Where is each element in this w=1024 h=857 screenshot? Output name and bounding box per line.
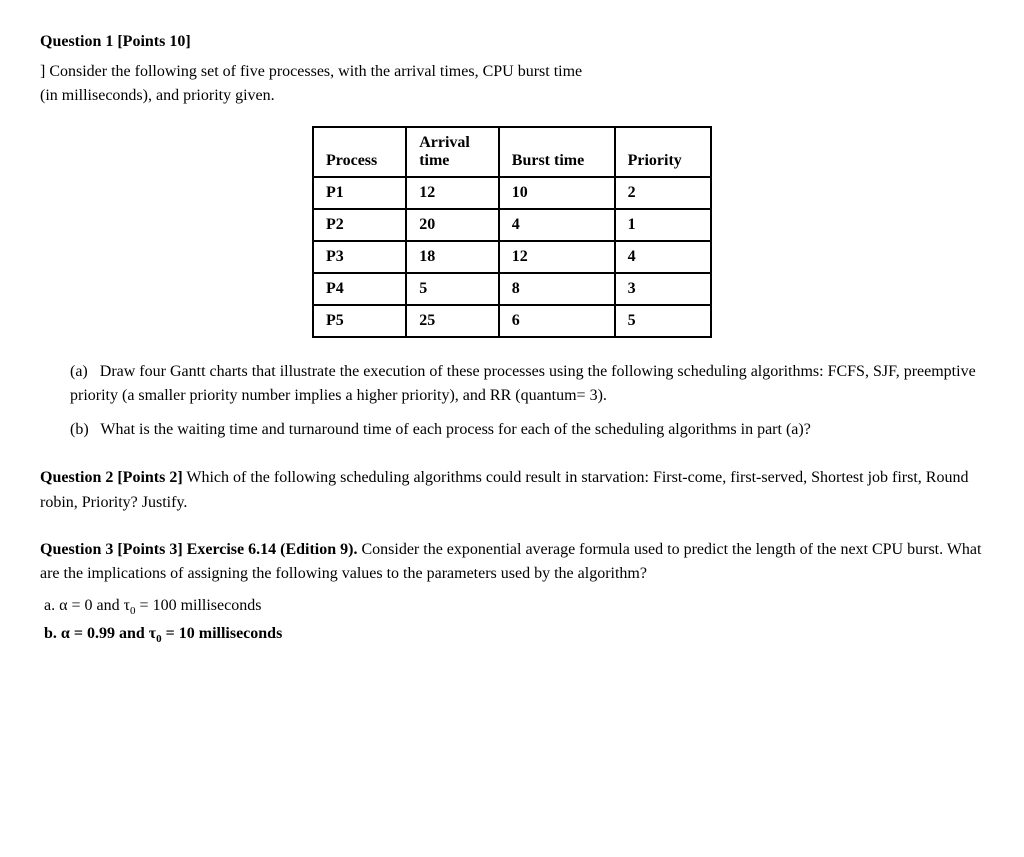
q1-desc-line2: (in milliseconds), and priority given. (40, 87, 275, 104)
table-cell-2-2: 12 (499, 241, 615, 273)
q3-part-b: b. α = 0.99 and τ0 = 10 milliseconds (44, 621, 984, 649)
q2-title: Question 2 [Points 2] (40, 469, 183, 486)
table-cell-1-0: P2 (313, 209, 406, 241)
q3-title: Question 3 [Points 3] (40, 541, 183, 558)
table-header-row: Process Arrivaltime Burst time Priority (313, 127, 711, 177)
q1-sub-a-label: (a) (70, 363, 88, 380)
q3-main-text: Question 3 [Points 3] Exercise 6.14 (Edi… (40, 538, 984, 588)
table-cell-0-1: 12 (406, 177, 499, 209)
q3-parts: a. α = 0 and τ0 = 100 milliseconds b. α … (44, 593, 984, 649)
q1-sub-items: (a) Draw four Gantt charts that illustra… (70, 360, 984, 442)
table-cell-3-3: 3 (615, 273, 711, 305)
q1-title-text: Question 1 [Points 10] (40, 33, 191, 50)
table-cell-3-1: 5 (406, 273, 499, 305)
table-cell-3-0: P4 (313, 273, 406, 305)
table-cell-3-2: 8 (499, 273, 615, 305)
table-cell-4-0: P5 (313, 305, 406, 337)
process-table: Process Arrivaltime Burst time Priority … (312, 126, 712, 338)
question-3: Question 3 [Points 3] Exercise 6.14 (Edi… (40, 538, 984, 649)
q1-sub-b-label: (b) (70, 421, 89, 438)
question-2: Question 2 [Points 2] Which of the follo… (40, 466, 984, 516)
col-arrival: Arrivaltime (406, 127, 499, 177)
process-table-container: Process Arrivaltime Burst time Priority … (40, 126, 984, 338)
table-cell-4-1: 25 (406, 305, 499, 337)
q1-sub-a: (a) Draw four Gantt charts that illustra… (70, 360, 984, 408)
col-burst: Burst time (499, 127, 615, 177)
q3-part-a: a. α = 0 and τ0 = 100 milliseconds (44, 593, 984, 621)
col-priority: Priority (615, 127, 711, 177)
table-row: P22041 (313, 209, 711, 241)
table-cell-0-3: 2 (615, 177, 711, 209)
question-1: Question 1 [Points 10] ] Consider the fo… (40, 30, 984, 442)
q1-desc-line1: ] Consider the following set of five pro… (40, 63, 582, 80)
col-process: Process (313, 127, 406, 177)
q3-part-a-alpha: α = 0 and τ0 = 100 milliseconds (59, 597, 261, 614)
table-cell-4-2: 6 (499, 305, 615, 337)
q3-bold-part: Exercise 6.14 (Edition 9). (187, 541, 358, 558)
q3-part-b-label: b. (44, 625, 57, 642)
table-cell-0-0: P1 (313, 177, 406, 209)
q3-part-a-label: a. (44, 597, 55, 614)
table-cell-4-3: 5 (615, 305, 711, 337)
table-cell-2-1: 18 (406, 241, 499, 273)
q1-sub-b: (b) What is the waiting time and turnaro… (70, 418, 984, 442)
table-cell-2-3: 4 (615, 241, 711, 273)
table-cell-1-2: 4 (499, 209, 615, 241)
table-cell-1-3: 1 (615, 209, 711, 241)
table-cell-1-1: 20 (406, 209, 499, 241)
table-row: P4583 (313, 273, 711, 305)
table-row: P52565 (313, 305, 711, 337)
question-1-title: Question 1 [Points 10] (40, 30, 984, 54)
q1-sub-b-text: What is the waiting time and turnaround … (100, 421, 810, 438)
q3-part-b-alpha: α = 0.99 and τ0 = 10 milliseconds (61, 625, 282, 642)
table-cell-2-0: P3 (313, 241, 406, 273)
q1-sub-a-text: Draw four Gantt charts that illustrate t… (70, 363, 976, 404)
table-row: P318124 (313, 241, 711, 273)
table-cell-0-2: 10 (499, 177, 615, 209)
q1-description: ] Consider the following set of five pro… (40, 60, 984, 108)
table-row: P112102 (313, 177, 711, 209)
